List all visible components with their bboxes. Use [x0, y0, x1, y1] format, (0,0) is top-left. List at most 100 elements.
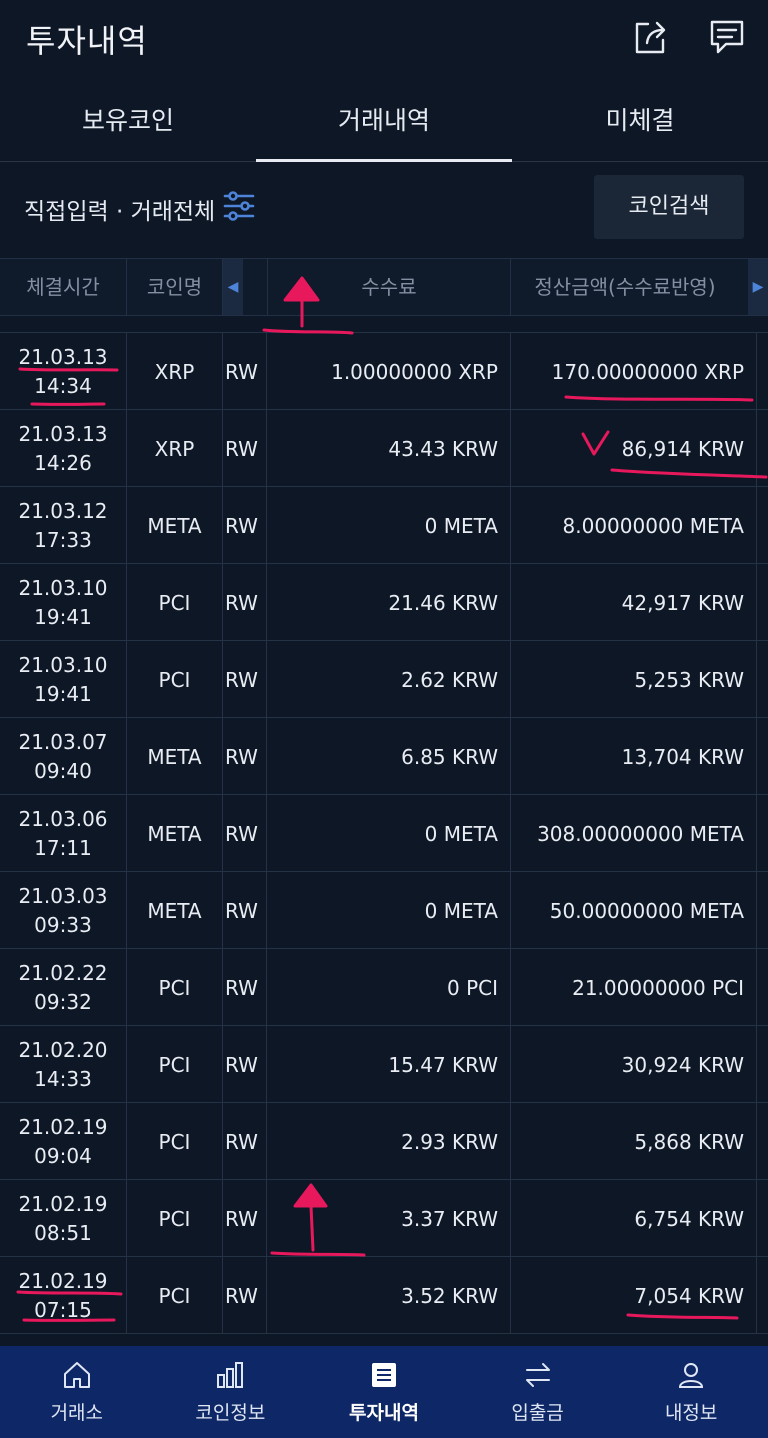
coin-name-cell: XRP — [127, 333, 223, 410]
table-row[interactable]: 21.03.13 14:34 XRP RW 1.00000000 XRP 170.0000… — [0, 333, 768, 410]
coin-search-button[interactable]: 코인검색 — [594, 175, 744, 239]
settlement-cell: 86,914 KRW — [511, 410, 757, 487]
exec-time: 17:33 — [34, 527, 92, 552]
table-row[interactable]: 21.03.10 19:41 PCI RW 2.62 KRW 5,253 KRW — [0, 641, 768, 718]
table-header: 체결시간 코인명 ◀ 수수료 정산금액(수수료반영) ▶ — [0, 258, 768, 316]
settlement-cell: 5,868 KRW — [511, 1103, 757, 1180]
tab-holdings[interactable]: 보유코인 — [0, 82, 256, 161]
header-settlement[interactable]: 정산금액(수수료반영) — [511, 259, 739, 315]
share-icon[interactable] — [632, 18, 670, 56]
exec-date: 21.02.19 — [18, 1268, 108, 1293]
coin-name-cell: PCI — [127, 1257, 223, 1334]
table-row[interactable]: 21.03.06 17:11 META RW 0 META 308.00000000 ME… — [0, 795, 768, 872]
exec-time: 09:40 — [34, 758, 92, 783]
table-row[interactable]: 21.03.12 17:33 META RW 0 META 8.00000000 META — [0, 487, 768, 564]
table-row[interactable]: 21.03.10 19:41 PCI RW 21.46 KRW 42,917 KRW — [0, 564, 768, 641]
exec-time: 07:15 — [34, 1297, 92, 1322]
nav-coin-info[interactable]: 코인정보 — [154, 1346, 308, 1438]
exec-date: 21.03.13 — [18, 344, 108, 369]
fee-cell: 3.52 KRW — [267, 1257, 511, 1334]
header-coin-name[interactable]: 코인명 — [127, 259, 223, 315]
exec-time-cell: 21.02.19 08:51 — [0, 1180, 127, 1257]
settlement-cell: 8.00000000 META — [511, 487, 757, 564]
exec-time-cell: 21.02.19 09:04 — [0, 1103, 127, 1180]
settlement-cell: 13,704 KRW — [511, 718, 757, 795]
exec-time: 09:33 — [34, 912, 92, 937]
exec-time-cell: 21.03.12 17:33 — [0, 487, 127, 564]
settlement-cell: 7,054 KRW — [511, 1257, 757, 1334]
exec-time: 14:26 — [34, 450, 92, 475]
settlement-cell: 170.00000000 XRP — [511, 333, 757, 410]
settlement-cell: 308.00000000 META — [511, 795, 757, 872]
table-row[interactable]: 21.02.22 09:32 PCI RW 0 PCI 21.00000000 PCI — [0, 949, 768, 1026]
exec-time: 17:11 — [34, 835, 92, 860]
settlement-cell: 42,917 KRW — [511, 564, 757, 641]
exec-date: 21.03.06 — [18, 806, 108, 831]
exec-time-cell: 21.02.20 14:33 — [0, 1026, 127, 1103]
nav-deposit-withdraw[interactable]: 입출금 — [461, 1346, 615, 1438]
filter-settings-icon[interactable] — [222, 190, 256, 226]
table-row[interactable]: 21.03.13 14:26 XRP RW 43.43 KRW 86,914 KRW — [0, 410, 768, 487]
table-row[interactable]: 21.03.07 09:40 META RW 6.85 KRW 13,704 KRW — [0, 718, 768, 795]
exec-time: 19:41 — [34, 681, 92, 706]
coin-name-cell: PCI — [127, 949, 223, 1026]
exec-time-cell: 21.03.13 14:34 — [0, 333, 127, 410]
coin-name-cell: META — [127, 487, 223, 564]
exec-time-cell: 21.02.22 09:32 — [0, 949, 127, 1026]
fee-cell: 2.62 KRW — [267, 641, 511, 718]
bottom-nav: 거래소 코인정보 투자내역 입출금 내정보 — [0, 1346, 768, 1438]
nav-label: 투자내역 — [349, 1402, 419, 1424]
header-exec-time[interactable]: 체결시간 — [0, 259, 127, 315]
exec-time: 08:51 — [34, 1220, 92, 1245]
scroll-right-arrow-icon[interactable]: ▶ — [748, 259, 768, 315]
trade-table[interactable]: 21.03.13 14:34 XRP RW 1.00000000 XRP 170.0000… — [0, 316, 768, 1346]
exec-date: 21.03.12 — [18, 498, 108, 523]
nav-my-info[interactable]: 내정보 — [614, 1346, 768, 1438]
exec-date: 21.03.03 — [18, 883, 108, 908]
exec-time-cell: 21.03.03 09:33 — [0, 872, 127, 949]
exec-date: 21.03.13 — [18, 421, 108, 446]
table-row[interactable]: 21.02.20 14:33 PCI RW 15.47 KRW 30,924 KRW — [0, 1026, 768, 1103]
tab-trade-history[interactable]: 거래내역 — [256, 82, 512, 162]
header-fee[interactable]: 수수료 — [267, 259, 511, 315]
settlement-cell: 30,924 KRW — [511, 1026, 757, 1103]
exec-date: 21.02.19 — [18, 1114, 108, 1139]
nav-exchange[interactable]: 거래소 — [0, 1346, 154, 1438]
exec-time: 14:34 — [34, 373, 92, 398]
app-header: 투자내역 — [0, 0, 768, 82]
market-cell: RW — [223, 872, 267, 949]
table-row[interactable]: 21.02.19 09:04 PCI RW 2.93 KRW 5,868 KRW — [0, 1103, 768, 1180]
fee-cell: 2.93 KRW — [267, 1103, 511, 1180]
filter-label[interactable]: 직접입력 · 거래전체 — [24, 192, 215, 226]
user-icon — [676, 1360, 706, 1390]
fee-cell: 0 META — [267, 487, 511, 564]
fee-cell: 1.00000000 XRP — [267, 333, 511, 410]
scroll-left-arrow-icon[interactable]: ◀ — [223, 259, 243, 315]
coin-name-cell: PCI — [127, 641, 223, 718]
coin-name-cell: PCI — [127, 564, 223, 641]
market-cell: RW — [223, 641, 267, 718]
market-cell: RW — [223, 487, 267, 564]
table-row-partial — [0, 316, 768, 333]
page-title: 투자내역 — [26, 22, 148, 60]
coin-name-cell: META — [127, 872, 223, 949]
settlement-cell: 50.00000000 META — [511, 872, 757, 949]
chat-icon[interactable] — [708, 18, 746, 56]
market-cell: RW — [223, 795, 267, 872]
fee-cell: 0 META — [267, 795, 511, 872]
nav-investment-history[interactable]: 투자내역 — [307, 1346, 461, 1438]
fee-cell: 0 PCI — [267, 949, 511, 1026]
exec-date: 21.02.20 — [18, 1037, 108, 1062]
exec-time-cell: 21.03.07 09:40 — [0, 718, 127, 795]
market-cell: RW — [223, 333, 267, 410]
exec-time-cell: 21.03.13 14:26 — [0, 410, 127, 487]
table-row[interactable]: 21.02.19 08:51 PCI RW 3.37 KRW 6,754 KRW — [0, 1180, 768, 1257]
table-row[interactable]: 21.02.19 07:15 PCI RW 3.52 KRW 7,054 KRW — [0, 1257, 768, 1334]
tab-unfilled[interactable]: 미체결 — [512, 82, 768, 161]
settlement-cell: 5,253 KRW — [511, 641, 757, 718]
market-cell: RW — [223, 1257, 267, 1334]
market-cell: RW — [223, 1103, 267, 1180]
table-row[interactable]: 21.03.03 09:33 META RW 0 META 50.00000000 MET… — [0, 872, 768, 949]
document-icon — [369, 1360, 399, 1390]
exec-time: 19:41 — [34, 604, 92, 629]
